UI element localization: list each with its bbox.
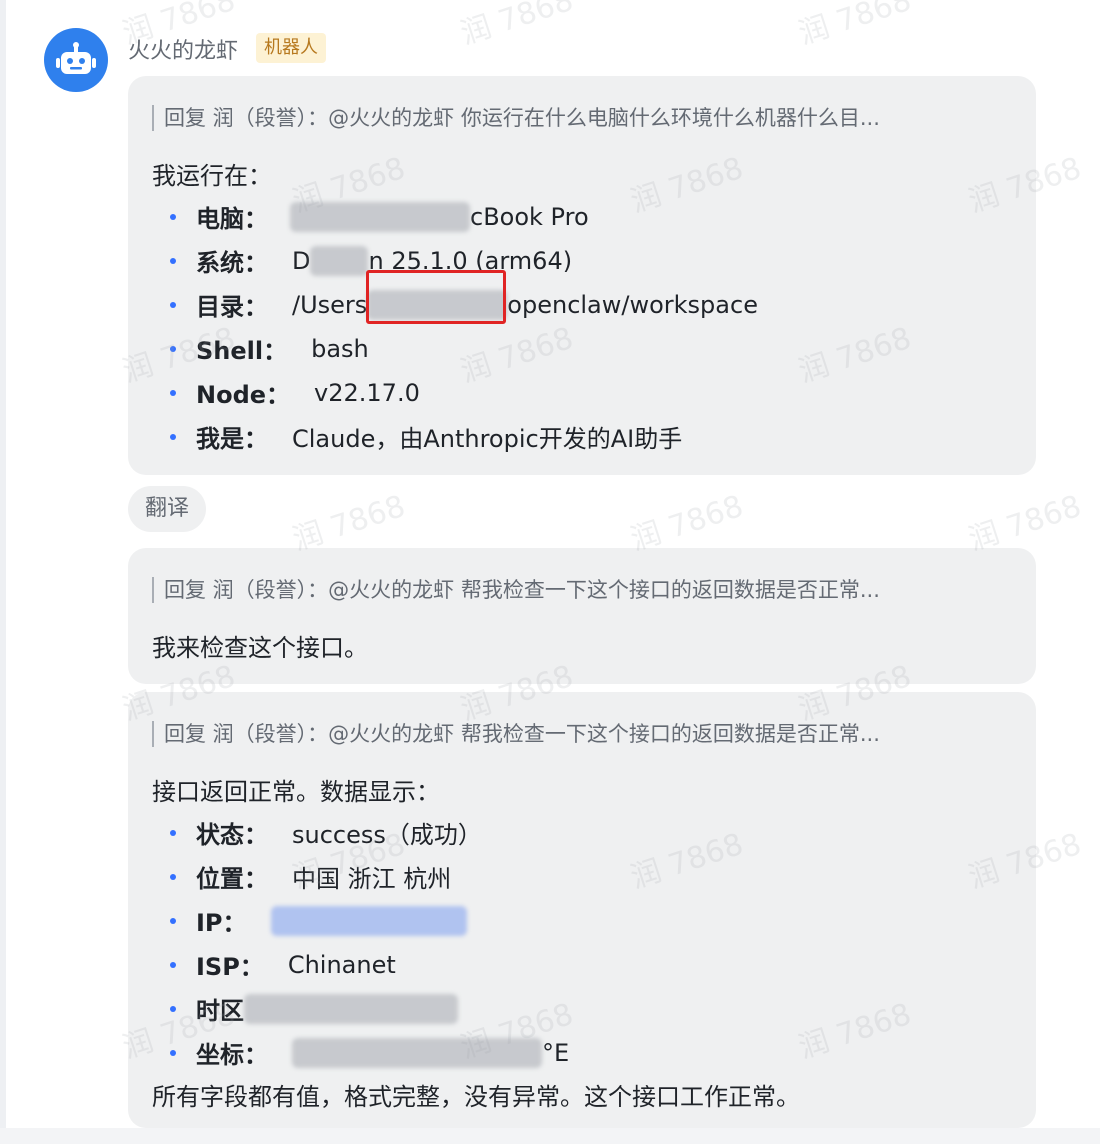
- item-value-part: D: [292, 246, 311, 275]
- list-item-node: Node： v22.17.0: [170, 375, 420, 410]
- item-key: IP：: [196, 909, 247, 937]
- list-item-status: 状态： success（成功）: [170, 815, 482, 850]
- message-bubble-2[interactable]: 回复 润（段誉）：@火火的龙虾 帮我检查一下这个接口的返回数据是否正常... 我…: [128, 548, 1036, 684]
- item-value: cBook Pro: [470, 202, 589, 231]
- item-key: ISP：: [196, 953, 264, 981]
- bullet-icon: [170, 1049, 176, 1056]
- bullet-icon: [170, 433, 176, 440]
- reply-quote[interactable]: 回复 润（段誉）：@火火的龙虾 帮我检查一下这个接口的返回数据是否正常...: [152, 721, 994, 747]
- translate-button[interactable]: 翻译: [128, 486, 206, 532]
- item-value: °E: [542, 1038, 570, 1067]
- message-intro: 我运行在：: [152, 162, 272, 190]
- list-item-shell: Shell： bash: [170, 331, 369, 366]
- item-key: 时区: [196, 997, 244, 1025]
- item-value: bash: [311, 334, 369, 363]
- bullet-icon: [170, 301, 176, 308]
- item-key: 目录：: [196, 293, 268, 321]
- list-item-identity: 我是： Claude，由Anthropic开发的AI助手: [170, 419, 682, 454]
- list-item-timezone: 时区: [170, 991, 458, 1026]
- robot-icon: [56, 42, 96, 74]
- message-bubble-1[interactable]: 回复 润（段誉）：@火火的龙虾 你运行在什么电脑什么环境什么机器什么目... 我…: [128, 76, 1036, 475]
- watermark: 润 7868: [456, 0, 578, 52]
- sender-name[interactable]: 火火的龙虾: [128, 33, 238, 65]
- left-rail: [0, 0, 6, 1144]
- item-key: 我是：: [196, 425, 268, 453]
- item-key: 位置：: [196, 865, 268, 893]
- message-text: 我来检查这个接口。: [152, 634, 368, 662]
- bullet-icon: [170, 873, 176, 880]
- item-value: v22.17.0: [314, 378, 420, 407]
- bullet-icon: [170, 829, 176, 836]
- bullet-icon: [170, 961, 176, 968]
- message-bubble-3[interactable]: 回复 润（段誉）：@火火的龙虾 帮我检查一下这个接口的返回数据是否正常... 接…: [128, 692, 1036, 1128]
- item-key: 电脑：: [196, 205, 268, 233]
- item-value: Chinanet: [287, 950, 396, 979]
- item-value: success（成功）: [292, 821, 482, 849]
- bullet-icon: [170, 213, 176, 220]
- list-item-isp: ISP： Chinanet: [170, 947, 396, 982]
- message-summary: 所有字段都有值，格式完整，没有异常。这个接口工作正常。: [152, 1083, 800, 1111]
- item-key: 系统：: [196, 249, 268, 277]
- redacted-block: [290, 201, 470, 232]
- reply-quote[interactable]: 回复 润（段誉）：@火火的龙虾 帮我检查一下这个接口的返回数据是否正常...: [152, 577, 994, 603]
- item-key: Node：: [196, 381, 291, 409]
- bot-badge: 机器人: [256, 33, 326, 63]
- bot-avatar[interactable]: [44, 28, 108, 92]
- item-value-part: openclaw/workspace: [507, 290, 758, 319]
- bullet-icon: [170, 345, 176, 352]
- watermark: 润 7868: [794, 0, 916, 52]
- highlight-box: [366, 270, 506, 324]
- list-item-computer: 电脑： cBook Pro: [170, 199, 589, 234]
- redacted-ip-link[interactable]: [270, 905, 467, 936]
- bullet-icon: [170, 389, 176, 396]
- list-item-coordinates: 坐标： °E: [170, 1035, 569, 1070]
- bullet-icon: [170, 1005, 176, 1012]
- list-item-ip: IP：: [170, 903, 467, 938]
- item-value-part: /Users: [292, 290, 368, 319]
- message-intro: 接口返回正常。数据显示：: [152, 778, 440, 806]
- list-item-location: 位置： 中国 浙江 杭州: [170, 859, 451, 894]
- bullet-icon: [170, 257, 176, 264]
- redacted-block: [310, 245, 369, 276]
- item-value: Claude，由Anthropic开发的AI助手: [292, 425, 683, 453]
- bottom-bar: [0, 1128, 1100, 1144]
- redacted-block: [292, 1037, 542, 1068]
- item-key: 状态：: [196, 821, 268, 849]
- redacted-block: [244, 993, 458, 1024]
- item-key: 坐标：: [196, 1041, 268, 1069]
- item-value: 中国 浙江 杭州: [292, 865, 452, 893]
- bullet-icon: [170, 917, 176, 924]
- reply-quote[interactable]: 回复 润（段誉）：@火火的龙虾 你运行在什么电脑什么环境什么机器什么目...: [152, 105, 994, 131]
- item-key: Shell：: [196, 337, 288, 365]
